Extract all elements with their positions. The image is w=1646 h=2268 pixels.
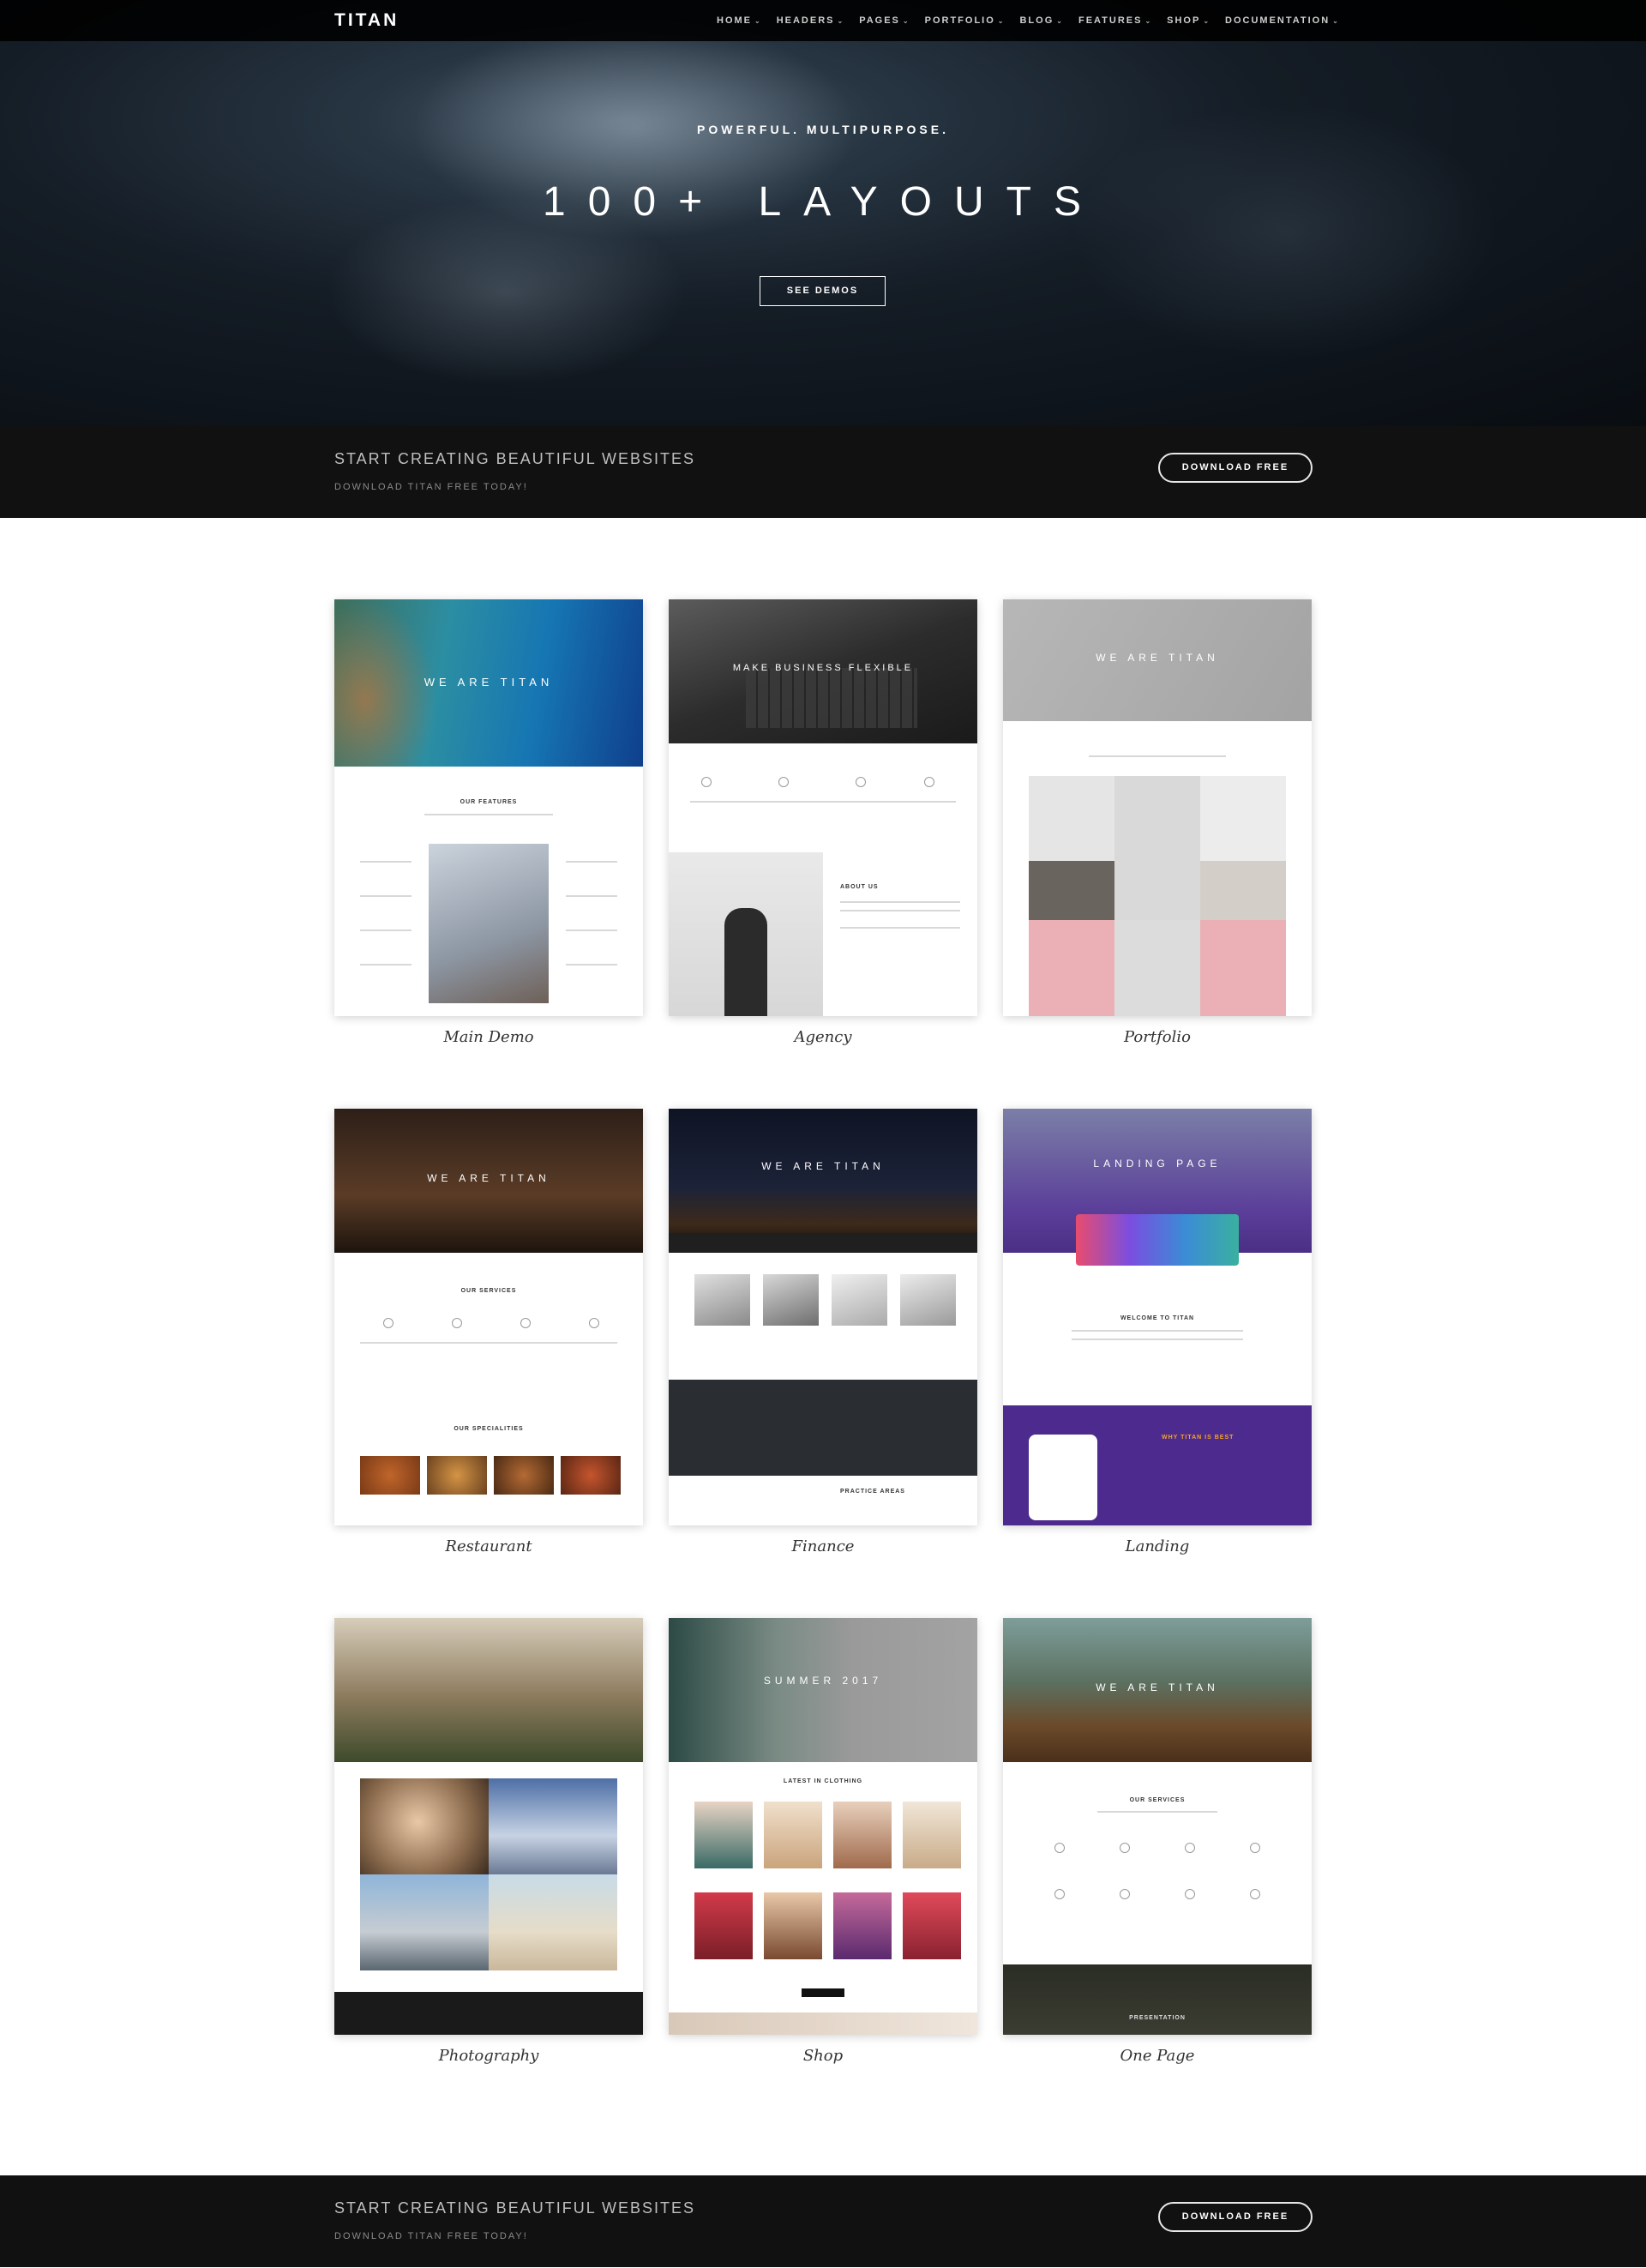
menu-item-features[interactable]: FEATURES ⌄ [1078, 15, 1152, 26]
chevron-down-icon: ⌄ [1332, 17, 1340, 25]
page-canvas [0, 0, 1646, 2268]
menu-item-portfolio[interactable]: PORTFOLIO ⌄ [925, 15, 1006, 26]
top-navbar: TITAN HOME ⌄ HEADERS ⌄ PAGES ⌄ PORTFOLIO ⌄ B… [0, 0, 1646, 41]
site-logo[interactable]: TITAN [334, 10, 399, 31]
chevron-down-icon: ⌄ [997, 17, 1006, 25]
menu-item-shop[interactable]: SHOP ⌄ [1167, 15, 1210, 26]
chevron-down-icon: ⌄ [754, 17, 762, 25]
chevron-down-icon: ⌄ [1144, 17, 1153, 25]
chevron-down-icon: ⌄ [837, 17, 845, 25]
main-menu: HOME ⌄ HEADERS ⌄ PAGES ⌄ PORTFOLIO ⌄ BLOG ⌄ F… [717, 15, 1340, 26]
menu-item-blog[interactable]: BLOG ⌄ [1019, 15, 1063, 26]
chevron-down-icon: ⌄ [1056, 17, 1064, 25]
menu-item-pages[interactable]: PAGES ⌄ [859, 15, 910, 26]
menu-item-home[interactable]: HOME ⌄ [717, 15, 762, 26]
chevron-down-icon: ⌄ [1203, 17, 1211, 25]
menu-item-documentation[interactable]: DOCUMENTATION ⌄ [1225, 15, 1340, 26]
chevron-down-icon: ⌄ [902, 17, 910, 25]
menu-item-headers[interactable]: HEADERS ⌄ [777, 15, 845, 26]
